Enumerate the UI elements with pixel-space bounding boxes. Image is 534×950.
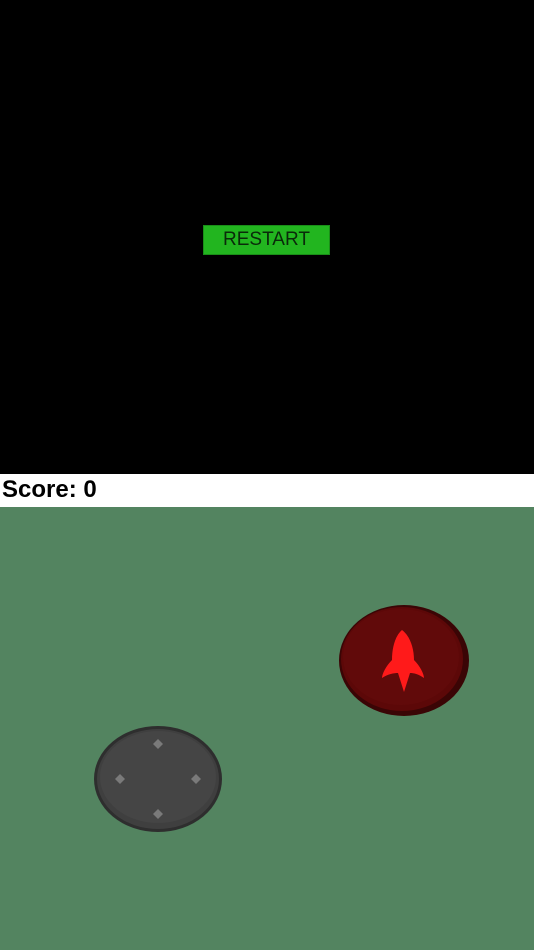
fire-button-base — [339, 605, 469, 716]
joystick-icon — [94, 726, 222, 832]
joystick[interactable] — [93, 725, 223, 833]
controls-area — [0, 507, 534, 950]
game-canvas[interactable]: RESTART — [0, 0, 534, 474]
fire-button[interactable] — [338, 604, 470, 717]
restart-button[interactable]: RESTART — [203, 225, 330, 255]
score-bar: Score: 0 — [0, 474, 534, 507]
score-label: Score: 0 — [2, 476, 97, 503]
